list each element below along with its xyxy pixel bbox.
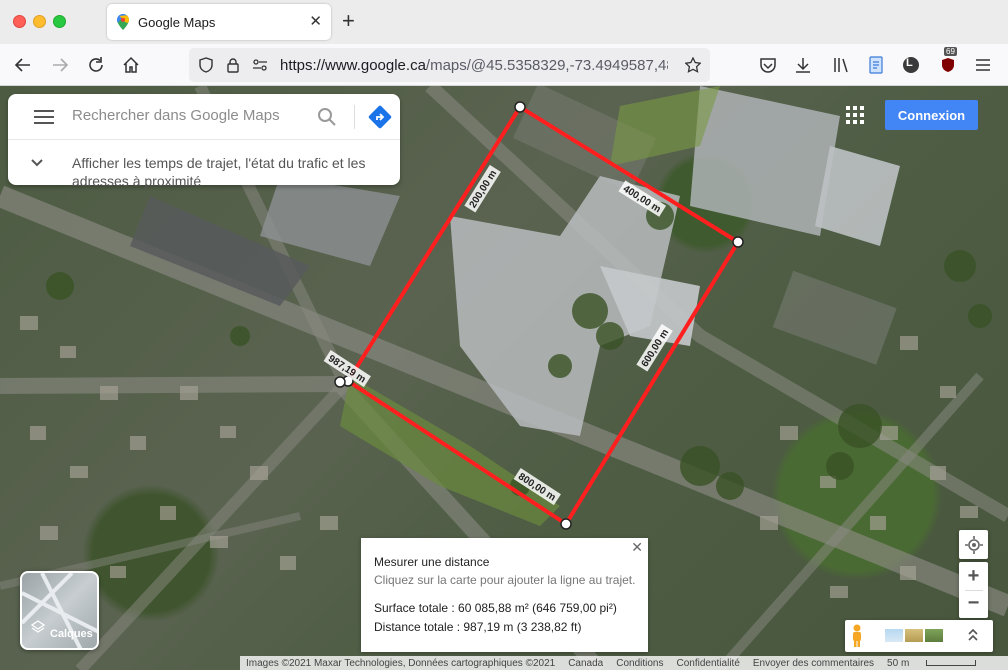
home-button[interactable] <box>119 53 143 77</box>
profile-button[interactable]: L <box>899 53 923 77</box>
directions-icon[interactable] <box>368 105 392 134</box>
total-distance: Distance totale : 987,19 m (3 238,82 ft) <box>374 620 582 634</box>
pocket-button[interactable] <box>756 53 780 77</box>
search-input[interactable] <box>72 107 302 124</box>
zoom-controls: + − <box>959 562 988 618</box>
total-area: Surface totale : 60 085,88 m² (646 759,0… <box>374 601 617 615</box>
pocket-icon <box>760 58 776 73</box>
imagery-thumbnail[interactable] <box>925 629 943 642</box>
layers-icon <box>30 620 46 639</box>
arrow-right-icon <box>53 58 69 72</box>
reload-icon <box>89 57 103 72</box>
tab-google-maps[interactable]: Google Maps ✕ <box>107 4 331 40</box>
menu-button[interactable] <box>971 53 995 77</box>
close-icon[interactable]: ✕ <box>631 539 643 556</box>
new-tab-button[interactable]: + <box>342 8 355 34</box>
measure-polygon <box>345 104 741 527</box>
divider <box>354 105 355 129</box>
measure-vertex[interactable] <box>334 376 346 388</box>
footer-privacy-link[interactable]: Confidentialité <box>677 658 740 669</box>
back-button[interactable] <box>11 53 35 77</box>
extension-button[interactable]: 69 <box>936 47 960 77</box>
measure-vertex[interactable] <box>514 101 526 113</box>
profile-initial: L <box>906 57 913 69</box>
nearby-hint[interactable]: Afficher les temps de trajet, l'état du … <box>72 154 382 190</box>
close-window-button[interactable] <box>13 15 26 28</box>
layers-label: Calques <box>50 628 93 640</box>
zoom-out-button[interactable]: − <box>968 591 980 618</box>
my-location-button[interactable] <box>959 530 988 559</box>
distance-label-200: 200,00 m <box>468 168 500 210</box>
google-maps-pin-icon <box>117 14 129 35</box>
measure-vertex[interactable] <box>732 236 744 248</box>
imagery-attribution: Images ©2021 Maxar Technologies, Données… <box>246 657 556 669</box>
expand-up-icon[interactable] <box>967 628 979 647</box>
arrow-left-icon <box>14 58 30 72</box>
reload-button[interactable] <box>84 53 108 77</box>
search-panel: Afficher les temps de trajet, l'état du … <box>8 94 400 189</box>
footer-terms-link[interactable]: Conditions <box>616 658 663 669</box>
distance-label-800: 800,00 m <box>516 471 558 503</box>
url-text: https://www.google.ca/maps/@45.5358329,-… <box>280 57 668 74</box>
ublock-shield-icon <box>942 58 954 72</box>
search-icon[interactable] <box>317 107 337 132</box>
footer-feedback-link[interactable]: Envoyer des commentaires <box>753 658 874 669</box>
layers-button[interactable]: Calques <box>20 571 99 650</box>
forward-button[interactable] <box>48 53 72 77</box>
hamburger-menu-icon <box>976 59 990 71</box>
address-bar[interactable]: https://www.google.ca/maps/@45.5358329,-… <box>189 48 710 82</box>
reader-button[interactable] <box>864 53 888 77</box>
sign-in-button[interactable]: Connexion <box>885 100 978 130</box>
shield-icon[interactable] <box>198 57 214 78</box>
tab-bar: Google Maps ✕ + <box>0 0 1008 44</box>
home-icon <box>123 56 139 73</box>
downloads-button[interactable] <box>791 53 815 77</box>
navigation-toolbar: https://www.google.ca/maps/@45.5358329,-… <box>0 44 1008 86</box>
google-apps-icon[interactable] <box>843 103 867 127</box>
crosshair-icon <box>964 535 983 554</box>
hamburger-menu-icon[interactable] <box>34 110 54 129</box>
extension-badge: 69 <box>944 47 957 56</box>
scale-indicator[interactable]: 50 m <box>887 658 989 669</box>
map-footer: Images ©2021 Maxar Technologies, Données… <box>240 656 1008 670</box>
imagery-thumbnail[interactable] <box>905 629 923 642</box>
measure-vertex[interactable] <box>560 518 572 530</box>
measure-distance-panel: ✕ Mesurer une distance Cliquez sur la ca… <box>361 538 648 652</box>
library-icon <box>834 58 848 73</box>
tab-title: Google Maps <box>138 15 216 30</box>
imagery-thumbnail[interactable] <box>885 629 903 642</box>
zoom-in-button[interactable]: + <box>968 563 980 590</box>
minimize-window-button[interactable] <box>33 15 46 28</box>
library-button[interactable] <box>829 53 853 77</box>
lock-icon[interactable] <box>226 57 240 78</box>
permissions-icon[interactable] <box>252 57 268 78</box>
measure-title: Mesurer une distance <box>374 555 490 569</box>
zoom-window-button[interactable] <box>53 15 66 28</box>
footer-country[interactable]: Canada <box>568 658 603 669</box>
download-icon <box>796 58 810 73</box>
distance-label-400: 400,00 m <box>621 184 663 216</box>
document-icon <box>869 56 883 74</box>
search-row <box>8 94 400 140</box>
pegman-icon[interactable] <box>849 624 865 653</box>
imagery-strip <box>845 620 993 652</box>
chevron-down-icon[interactable] <box>30 155 44 173</box>
close-tab-icon[interactable]: ✕ <box>309 12 322 30</box>
bookmark-star-icon[interactable] <box>684 56 702 78</box>
measure-instructions: Cliquez sur la carte pour ajouter la lig… <box>374 573 636 587</box>
